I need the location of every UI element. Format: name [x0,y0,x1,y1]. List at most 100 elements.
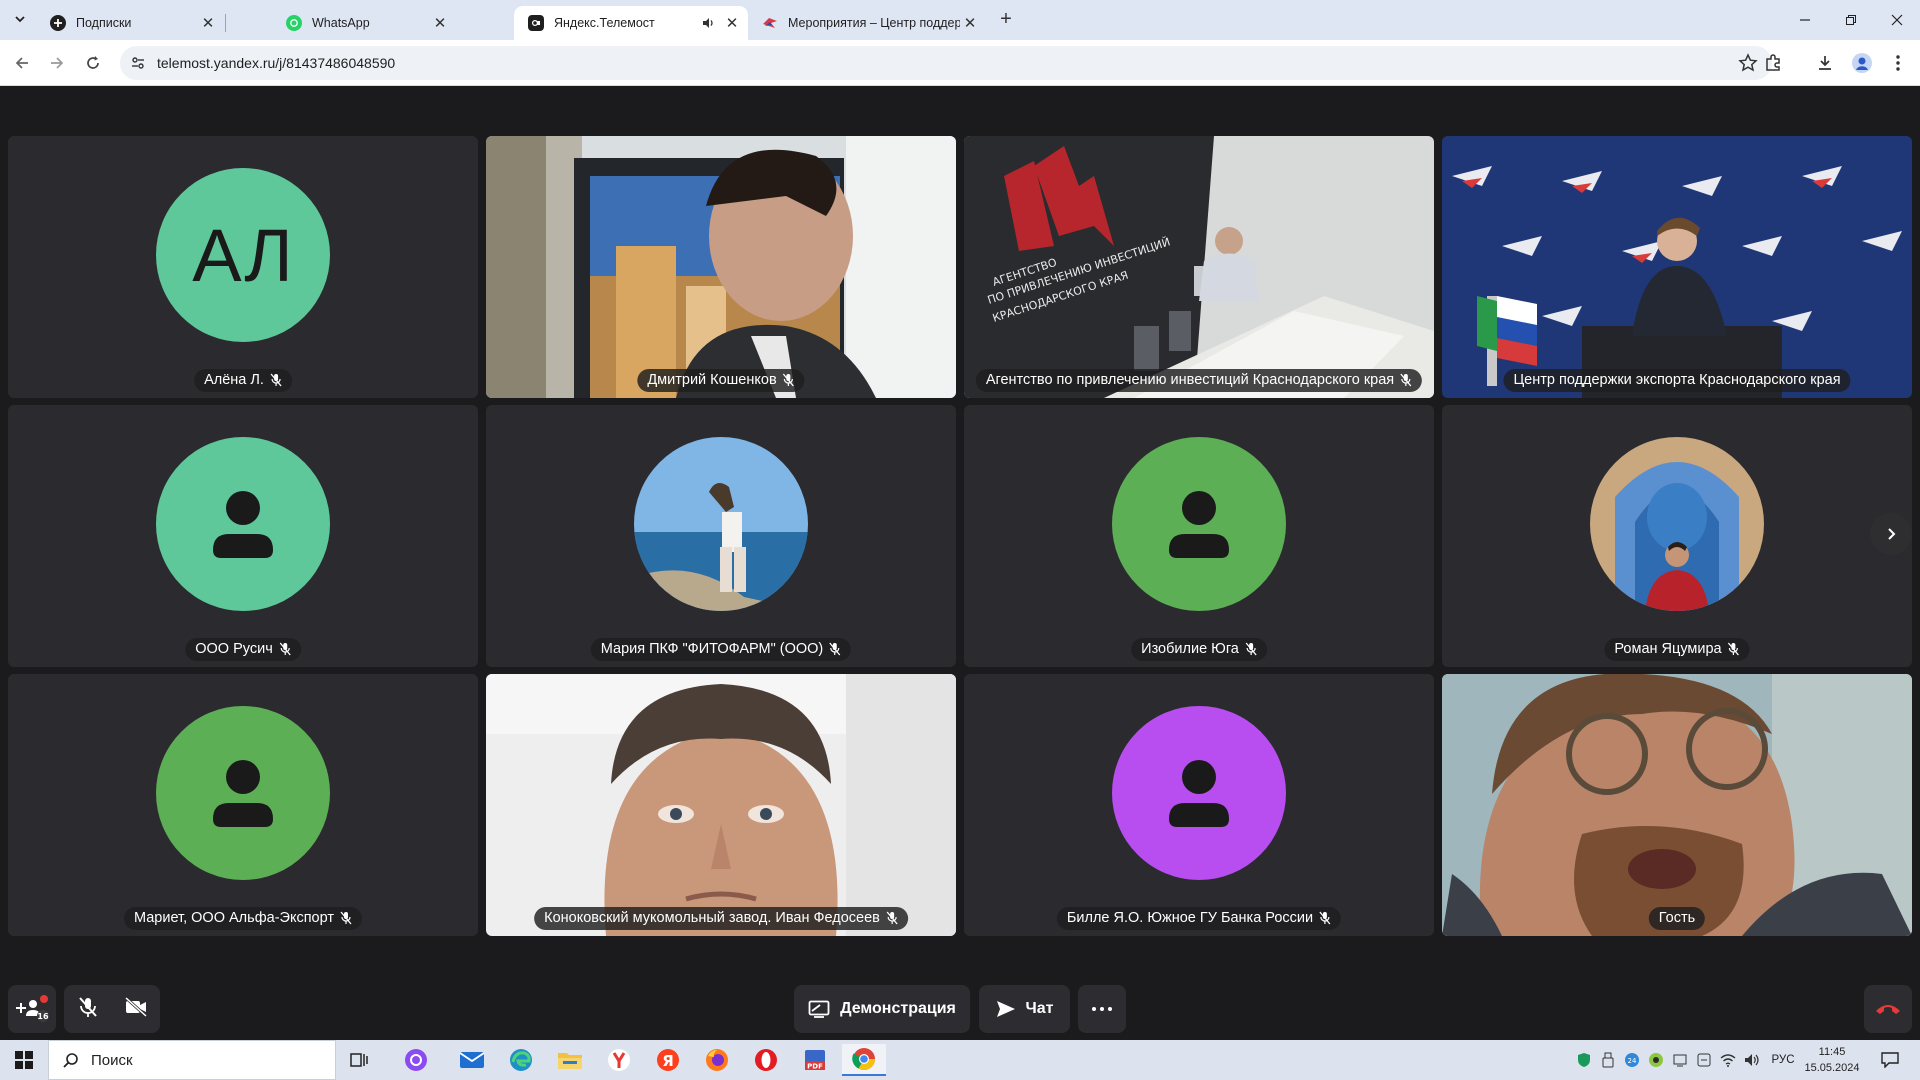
system-clock[interactable]: 11:45 15.05.2024 [1800,1044,1864,1076]
participant-tile[interactable]: Роман Яцумира [1442,405,1912,667]
participant-name-badge: Изобилие Юга [1131,638,1267,661]
participant-tile[interactable]: Дмитрий Кошенков [486,136,956,398]
clock-date: 15.05.2024 [1804,1062,1860,1074]
tab-whatsapp[interactable]: WhatsApp ✕ [228,6,456,40]
close-tab-icon[interactable]: ✕ [722,13,742,33]
taskbar-app-alice[interactable] [394,1044,438,1076]
volume-icon[interactable] [1742,1040,1762,1080]
close-tab-icon[interactable]: ✕ [198,13,218,33]
yandex-browser-icon [608,1049,630,1071]
avatar-photo [634,437,808,611]
action-center-button[interactable] [1872,1040,1908,1080]
more-options-button[interactable] [1078,985,1126,1033]
participant-tile[interactable]: Коноковский мукомольный завод. Иван Федо… [486,674,956,936]
mic-muted-icon [279,642,291,656]
participant-tile[interactable]: Мария ПКФ "ФИТОФАРМ" (ООО) [486,405,956,667]
taskbar-app-opera[interactable] [744,1044,788,1076]
task-view-icon [350,1053,368,1067]
participant-tile[interactable]: АЛ Алёна Л. [8,136,478,398]
reload-button[interactable] [79,49,107,77]
forward-button[interactable] [43,49,71,77]
taskbar-app-yandex-browser[interactable] [597,1044,641,1076]
chat-button[interactable]: Чат [979,985,1070,1033]
screen-share-button[interactable]: Демонстрация [794,985,970,1033]
back-button[interactable] [8,49,36,77]
taskbar-app-firefox[interactable] [695,1044,739,1076]
extensions-icon[interactable] [1762,52,1784,74]
reload-icon [87,56,99,69]
profile-avatar[interactable] [1851,52,1873,74]
avatar: АЛ [156,168,330,342]
update-tray-icon[interactable]: 24 [1622,1040,1642,1080]
taskbar-app-mail[interactable] [450,1044,494,1076]
language-label: РУС [1771,1054,1795,1066]
taskbar-app-chrome[interactable] [842,1044,886,1076]
participant-name-badge: Билле Я.О. Южное ГУ Банка России [1056,907,1342,930]
edge-browser-icon [510,1049,532,1071]
wifi-icon[interactable] [1718,1040,1738,1080]
input-language[interactable]: РУС [1766,1040,1800,1080]
speaker-icon[interactable] [698,13,718,33]
menu-kebab-icon[interactable] [1887,52,1909,74]
mic-muted-icon [340,911,352,925]
participant-name-badge: Дмитрий Кошенков [637,369,805,392]
restore-icon [1846,15,1856,25]
participant-name: Роман Яцумира [1614,641,1722,657]
participant-tile-speaking[interactable]: Гость [1442,674,1912,936]
windows-taskbar: Поиск Я PDF 24 РУС 11:45 15.05.2024 [0,1040,1920,1080]
usb-tray-icon[interactable] [1598,1040,1618,1080]
clock-time: 11:45 [1818,1046,1846,1058]
avatar-photo [1590,437,1764,611]
close-tab-icon[interactable]: ✕ [430,13,450,33]
participant-tile[interactable]: Мариет, ООО Альфа-Экспорт [8,674,478,936]
participant-tile[interactable]: Центр поддержки экспорта Краснодарского … [1442,136,1912,398]
participant-tile[interactable]: АГЕНТСТВО ПО ПРИВЛЕЧЕНИЮ ИНВЕСТИЦИЙ КРАС… [964,136,1434,398]
leave-call-button[interactable] [1864,985,1912,1033]
participant-name-badge: Мария ПКФ "ФИТОФАРМ" (ООО) [590,638,852,661]
taskbar-app-explorer[interactable] [548,1044,592,1076]
participant-tile[interactable]: Билле Я.О. Южное ГУ Банка России [964,674,1434,936]
close-window-button[interactable] [1874,6,1920,34]
taskbar-app-pdf[interactable]: PDF [793,1044,837,1076]
close-tab-icon[interactable]: ✕ [960,13,980,33]
next-page-button[interactable] [1870,513,1912,555]
mic-muted-icon [1245,642,1257,656]
user-icon [213,491,273,558]
minimize-button[interactable] [1782,6,1828,34]
user-icon [213,760,273,827]
tab-subscriptions[interactable]: Подписки ✕ [36,6,224,40]
notification-app-tray-icon[interactable] [1694,1040,1714,1080]
mic-toggle-button[interactable] [77,996,99,1023]
display-tray-icon[interactable] [1670,1040,1690,1080]
taskbar-app-yandex[interactable]: Я [646,1044,690,1076]
address-bar[interactable]: telemost.yandex.ru/j/81437486048590 [120,46,1772,80]
participant-tile[interactable]: Изобилие Юга [964,405,1434,667]
taskbar-search[interactable]: Поиск [48,1040,336,1080]
participant-tile[interactable]: ООО Русич [8,405,478,667]
tab-title: WhatsApp [312,16,370,30]
participant-name-badge: Гость [1648,907,1706,930]
start-button[interactable] [0,1040,48,1080]
tab-events[interactable]: Мероприятия – Центр поддер ✕ [748,6,986,40]
app-tray-icon[interactable] [1646,1040,1666,1080]
svg-text:24: 24 [1628,1057,1637,1065]
user-icon [1169,491,1229,558]
svg-text:PDF: PDF [807,1063,823,1071]
task-view-button[interactable] [337,1044,381,1076]
avatar [156,437,330,611]
site-favicon-icon [762,15,778,31]
kaspersky-tray-icon[interactable] [1574,1040,1594,1080]
participants-count: 16 [37,1012,49,1021]
site-settings-icon[interactable] [130,55,146,76]
taskbar-app-edge[interactable] [499,1044,543,1076]
downloads-icon[interactable] [1814,52,1836,74]
new-tab-button[interactable]: + [995,8,1017,30]
tab-search-button[interactable] [9,8,31,30]
restore-button[interactable] [1828,6,1874,34]
camera-toggle-button[interactable] [124,996,148,1022]
participant-name: Мариет, ООО Альфа-Экспорт [134,910,334,926]
avatar-initials: АЛ [192,213,294,297]
participants-button[interactable]: 16 [8,985,56,1033]
tab-telemost[interactable]: Яндекс.Телемост ✕ [514,6,748,40]
bookmark-star-icon[interactable] [1738,53,1758,78]
